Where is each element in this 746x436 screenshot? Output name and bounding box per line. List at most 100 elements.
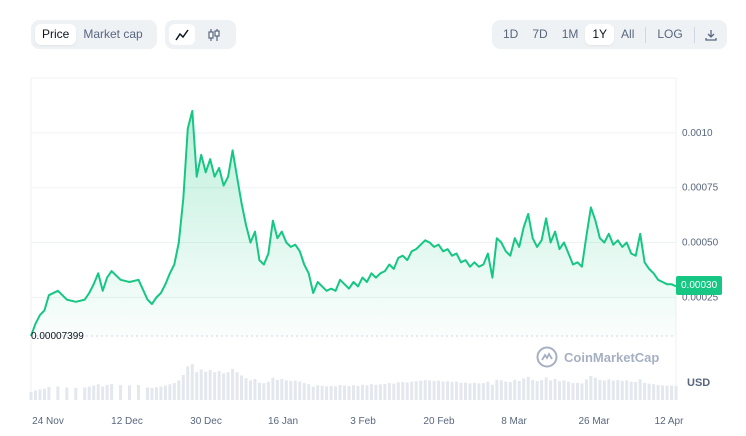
volume-bar <box>441 381 445 400</box>
volume-bar <box>405 382 409 400</box>
volume-bar <box>486 381 490 400</box>
min-price-label: 0.00007399 <box>31 331 84 342</box>
x-tick-label: 16 Jan <box>268 416 298 427</box>
volume-bar <box>47 386 51 400</box>
volume-bar <box>168 384 172 400</box>
volume-bar <box>329 386 333 400</box>
volume-bar <box>620 380 624 400</box>
volume-bar <box>360 384 364 400</box>
volume-bar <box>235 372 239 400</box>
volume-bar <box>396 382 400 400</box>
volume-bar <box>74 387 78 400</box>
volume-bar <box>159 386 163 400</box>
volume-bar <box>589 376 593 400</box>
volume-bar <box>661 385 665 400</box>
volume-bar <box>338 385 342 400</box>
volume-bar <box>629 381 633 400</box>
volume-bar <box>544 377 548 400</box>
volume-bar <box>647 383 651 400</box>
volume-bar <box>119 385 123 400</box>
volume-bar <box>490 384 494 400</box>
volume-bar <box>266 381 270 400</box>
watermark-text: CoinMarketCap <box>564 349 660 365</box>
volume-bar <box>607 379 611 400</box>
x-tick-label: 24 Nov <box>32 416 64 427</box>
volume-bar <box>128 385 132 400</box>
volume-bar <box>42 388 46 400</box>
volume-bar <box>643 382 647 400</box>
x-tick-label: 12 Apr <box>655 416 685 427</box>
volume-bar <box>593 377 597 400</box>
volume-bar <box>262 383 266 400</box>
volume-bar <box>437 380 441 400</box>
volume-bar <box>150 388 154 400</box>
volume-bar <box>275 379 279 400</box>
volume-bar <box>674 385 678 400</box>
x-tick-label: 26 Mar <box>578 416 610 427</box>
currency-label: USD <box>687 377 711 389</box>
volume-bar <box>535 380 539 400</box>
volume-bar <box>280 379 284 400</box>
volume-bar <box>343 385 347 400</box>
watermark: CoinMarketCap <box>536 346 659 368</box>
volume-bar <box>378 384 382 400</box>
volume-bar <box>177 380 181 400</box>
volume-bar <box>414 381 418 400</box>
volume-bar <box>562 380 566 400</box>
volume-bar <box>567 381 570 400</box>
volume-bar <box>240 375 244 400</box>
volume-bars <box>29 364 678 400</box>
volume-bar <box>96 384 100 400</box>
y-tick-label: 0.0010 <box>682 128 713 139</box>
volume-bar <box>459 382 463 400</box>
volume-bar <box>499 380 503 400</box>
volume-bar <box>365 385 369 400</box>
volume-bar <box>580 383 584 400</box>
volume-bar <box>56 386 60 400</box>
volume-bar <box>410 381 414 400</box>
volume-bar <box>428 380 432 400</box>
volume-bar <box>625 380 629 400</box>
volume-bar <box>145 387 149 400</box>
volume-bar <box>105 384 109 400</box>
volume-bar <box>38 389 42 400</box>
volume-bar <box>513 379 517 400</box>
volume-bar <box>450 382 454 400</box>
volume-bar <box>208 370 212 400</box>
x-tick-label: 3 Feb <box>350 416 376 427</box>
volume-bar <box>387 383 391 400</box>
price-area <box>31 110 676 337</box>
volume-bar <box>199 369 203 400</box>
volume-bar <box>540 380 544 400</box>
volume-bar <box>163 385 167 400</box>
volume-bar <box>526 376 530 400</box>
volume-bar <box>468 383 472 400</box>
volume-bar <box>463 382 467 400</box>
x-axis: 24 Nov 12 Dec 30 Dec 16 Jan 3 Feb 20 Feb 8 Mar… <box>32 416 684 427</box>
volume-bar <box>602 380 606 400</box>
volume-bar <box>257 382 261 400</box>
volume-bar <box>571 383 575 400</box>
volume-bar <box>455 381 459 400</box>
volume-bar <box>670 385 674 400</box>
volume-bar <box>638 379 642 400</box>
volume-bar <box>481 383 485 400</box>
volume-bar <box>352 385 355 400</box>
volume-bar <box>584 379 588 400</box>
volume-bar <box>190 364 194 400</box>
volume-bar <box>33 390 37 400</box>
volume-bar <box>222 373 226 400</box>
volume-bar <box>374 384 378 400</box>
volume-bar <box>392 383 396 400</box>
volume-bar <box>652 384 656 400</box>
volume-bar <box>369 384 373 400</box>
volume-bar <box>611 380 615 400</box>
volume-bar <box>665 385 669 400</box>
price-chart: 0.00100.000750.000500.00025 24 Nov 12 Dec… <box>29 77 719 427</box>
volume-bar <box>598 379 602 400</box>
volume-bar <box>92 385 96 400</box>
x-tick-label: 8 Mar <box>501 416 527 427</box>
volume-bar <box>248 380 252 400</box>
volume-bar <box>401 382 405 400</box>
volume-bar <box>656 385 660 400</box>
